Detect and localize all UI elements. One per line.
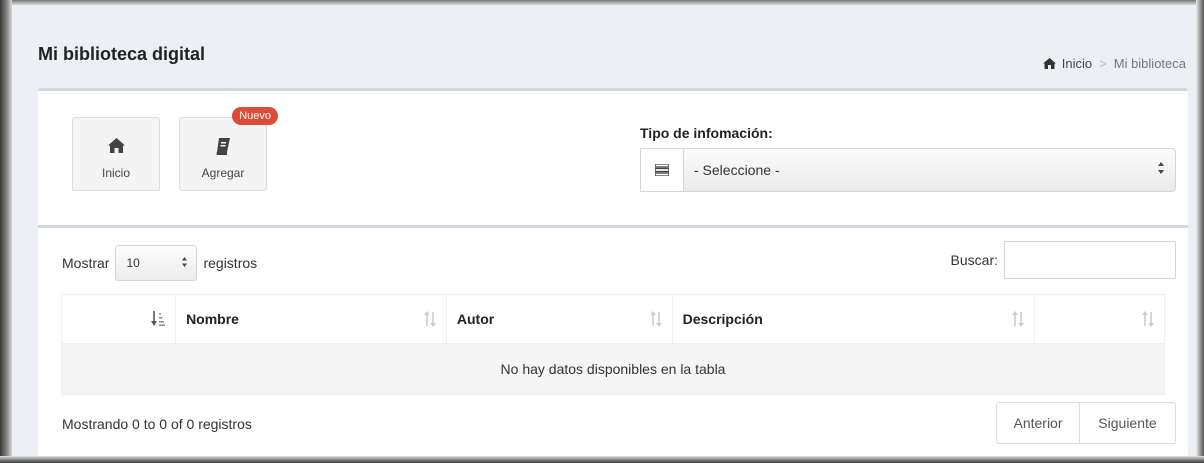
breadcrumb: Inicio > Mi biblioteca: [1042, 56, 1186, 71]
sort-icon: [423, 311, 436, 327]
frame-border-top: [0, 0, 1204, 6]
breadcrumb-home-link[interactable]: Inicio: [1062, 56, 1092, 71]
data-table: Nombre Autor Descripción No hay datos di…: [60, 294, 1165, 395]
sort-icon: [649, 311, 662, 327]
book-icon: [180, 138, 266, 155]
column-header-index[interactable]: [60, 294, 177, 344]
breadcrumb-separator: >: [1099, 56, 1107, 71]
list-icon: [640, 148, 684, 192]
next-page-button[interactable]: Siguiente: [1080, 402, 1176, 444]
frame-border-bottom: [0, 456, 1204, 463]
sort-icon: [1142, 311, 1154, 327]
screenshot-frame: Mi biblioteca digital Inicio > Mi biblio…: [0, 0, 1204, 471]
show-label: Mostrar: [62, 255, 110, 271]
empty-table-message: No hay datos disponibles en la tabla: [61, 343, 1165, 395]
records-label: registros: [203, 255, 258, 271]
add-button[interactable]: Nuevo Agregar: [179, 107, 278, 191]
search-control: Buscar:: [951, 241, 1176, 279]
home-icon: [73, 138, 159, 153]
info-type-select[interactable]: - Seleccione -: [684, 148, 1176, 192]
select-arrows-icon: [1157, 161, 1165, 178]
home-button[interactable]: Inicio: [72, 117, 160, 191]
breadcrumb-current: Mi biblioteca: [1113, 56, 1186, 71]
info-type-label: Tipo de infomación:: [640, 125, 773, 141]
page-length-select[interactable]: 10: [115, 245, 198, 281]
column-header-nombre[interactable]: Nombre: [175, 294, 447, 344]
section-divider: [38, 225, 1188, 228]
column-header-actions[interactable]: [1034, 294, 1165, 344]
column-header-autor[interactable]: Autor: [445, 294, 673, 344]
info-type-input-group: - Seleccione -: [640, 148, 1176, 192]
table-row: No hay datos disponibles en la tabla: [61, 343, 1165, 395]
select-arrows-icon: [181, 256, 188, 271]
frame-border-right: [1196, 0, 1204, 463]
previous-page-button[interactable]: Anterior: [996, 402, 1080, 444]
column-header-descripcion[interactable]: Descripción: [671, 294, 1036, 344]
add-button-label: Agregar: [201, 166, 245, 180]
frame-border-left: [0, 0, 12, 463]
pagination: Anterior Siguiente: [996, 402, 1176, 444]
home-icon: [1042, 58, 1056, 69]
sort-icon: [1012, 311, 1025, 327]
page-length-value: 10: [126, 256, 140, 270]
table-info: Mostrando 0 to 0 of 0 registros: [62, 416, 252, 432]
page-title: Mi biblioteca digital: [38, 44, 206, 64]
table-header-row: Nombre Autor Descripción: [60, 294, 1165, 344]
library-box: Inicio Nuevo Agregar Tipo de infomación:…: [38, 88, 1188, 471]
new-badge: Nuevo: [232, 107, 278, 125]
info-type-select-value: - Seleccione -: [694, 162, 780, 178]
search-input[interactable]: [1004, 241, 1176, 279]
content-wrapper: Mi biblioteca digital Inicio > Mi biblio…: [12, 6, 1196, 471]
content-header: Mi biblioteca digital Inicio > Mi biblio…: [12, 6, 1196, 88]
home-button-label: Inicio: [101, 166, 130, 180]
search-label: Buscar:: [950, 252, 998, 268]
sort-amount-asc-icon: [151, 311, 166, 327]
page-length-control: Mostrar 10 registros: [62, 245, 257, 281]
